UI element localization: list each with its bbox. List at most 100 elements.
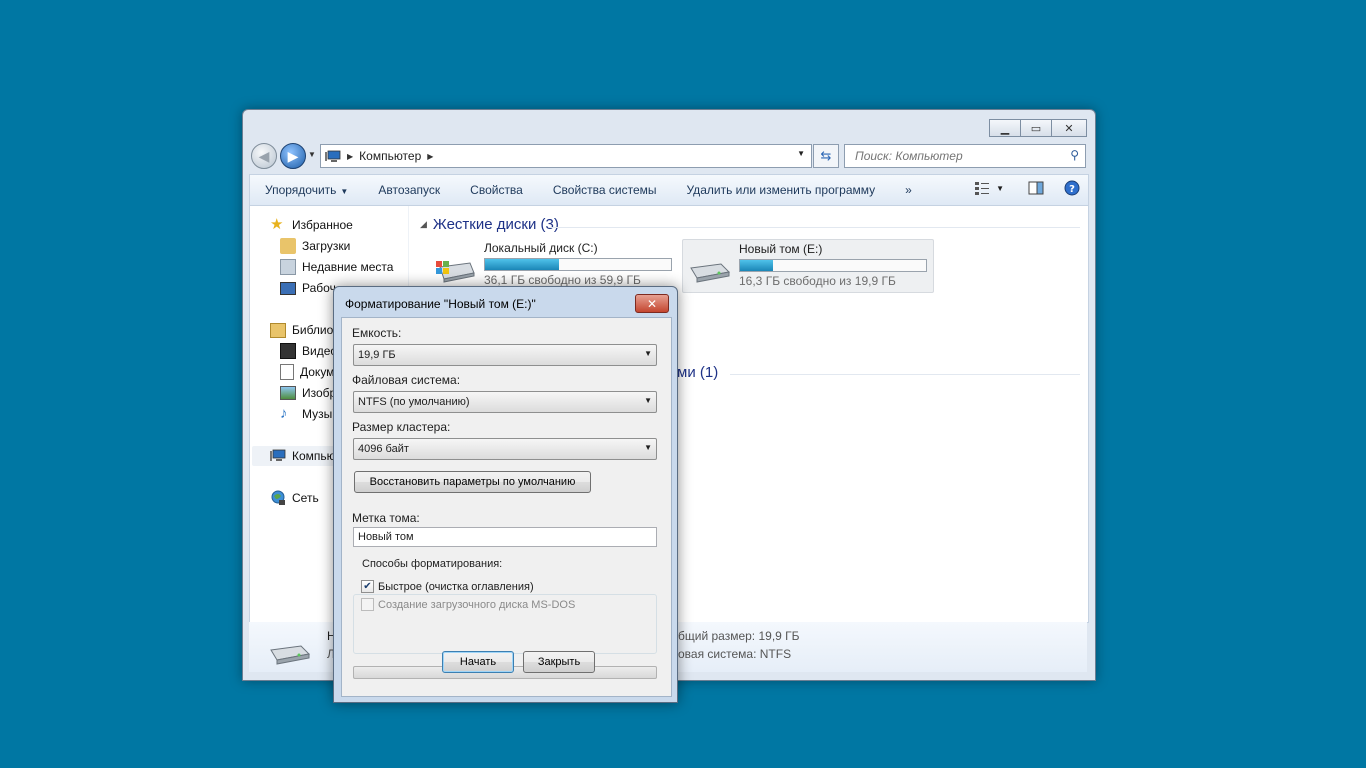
system-properties-button[interactable]: Свойства системы	[538, 183, 672, 197]
capacity-value: 19,9 ГБ	[358, 349, 396, 361]
sidebar-item-recent[interactable]: Недавние места	[280, 257, 393, 277]
address-dropdown-icon[interactable]: ▼	[797, 149, 805, 158]
drive-e[interactable]: Новый том (E:) 16,3 ГБ свободно из 19,9 …	[682, 239, 934, 293]
close-button[interactable]: Закрыть	[523, 651, 595, 673]
breadcrumb-computer[interactable]: Компьютер	[359, 149, 421, 163]
preview-pane-icon[interactable]	[1028, 180, 1044, 196]
drive-usage-fill	[485, 259, 560, 270]
sidebar-label: Избранное	[292, 218, 353, 232]
recent-pages-dropdown-icon[interactable]: ▼	[308, 150, 316, 159]
other-group-header[interactable]: ми (1)	[677, 364, 718, 381]
desktop-icon	[280, 281, 296, 295]
dialog-body: Емкость: 19,9 ГБ ▼ Файловая система: NTF…	[341, 317, 672, 697]
checkbox-checked-icon: ✔	[361, 580, 374, 593]
volume-label-label: Метка тома:	[352, 511, 420, 525]
chevron-down-icon: ▼	[644, 396, 652, 405]
format-options-label: Способы форматирования:	[360, 558, 505, 570]
drive-icon	[690, 263, 731, 283]
filesystem-select[interactable]: NTFS (по умолчанию) ▼	[353, 391, 657, 413]
forward-arrow-icon: ▶	[287, 147, 299, 164]
sidebar-item-favorites[interactable]: ★ Избранное	[270, 215, 353, 235]
windows-drive-icon	[436, 261, 475, 283]
pictures-icon	[280, 386, 296, 400]
help-icon[interactable]: ?	[1064, 180, 1080, 196]
sidebar-item-downloads[interactable]: Загрузки	[280, 236, 350, 256]
search-icon[interactable]: ⚲	[1070, 148, 1079, 162]
sidebar-item-pictures[interactable]: Изобр	[280, 383, 336, 403]
chevron-down-icon: ▼	[644, 443, 652, 452]
view-dropdown-icon[interactable]: ▼	[996, 184, 1004, 193]
search-input[interactable]	[853, 148, 1062, 164]
downloads-folder-icon	[280, 238, 296, 254]
cluster-size-select[interactable]: 4096 байт ▼	[353, 438, 657, 460]
back-button[interactable]: ◀	[251, 143, 277, 169]
drive-name: Локальный диск (C:)	[484, 241, 598, 255]
drive-icon	[270, 645, 311, 665]
sidebar-item-music[interactable]: ♪ Музы	[280, 404, 332, 424]
dialog-close-button[interactable]: ✕	[635, 294, 669, 313]
drive-free-space: 16,3 ГБ свободно из 19,9 ГБ	[739, 274, 896, 288]
cluster-size-value: 4096 байт	[358, 443, 409, 455]
format-dialog: Форматирование "Новый том (E:)" ✕ Емкост…	[333, 286, 678, 703]
hard-disks-group-header[interactable]: ◢ Жесткие диски (3)	[420, 216, 559, 233]
drive-c[interactable]: Локальный диск (C:) 36,1 ГБ свободно из …	[428, 239, 678, 291]
sidebar-label: Докум	[300, 365, 335, 379]
uninstall-program-button[interactable]: Удалить или изменить программу	[672, 183, 891, 197]
capacity-select[interactable]: 19,9 ГБ ▼	[353, 344, 657, 366]
command-bar: Упорядочить ▼ Автозапуск Свойства Свойств…	[249, 174, 1089, 206]
recent-places-icon	[280, 259, 296, 275]
start-button[interactable]: Начать	[442, 651, 514, 673]
chevron-down-icon: ▼	[340, 187, 349, 196]
sidebar-item-documents[interactable]: Докум	[280, 362, 334, 382]
sidebar-item-videos[interactable]: Видео	[280, 341, 337, 361]
volume-label-input[interactable]: Новый том	[353, 527, 657, 547]
back-arrow-icon: ◀	[258, 147, 270, 164]
breadcrumb-separator-icon[interactable]: ▶	[347, 152, 353, 161]
quick-format-checkbox[interactable]: ✔ Быстрое (очистка оглавления)	[361, 580, 534, 593]
music-note-icon: ♪	[280, 405, 288, 422]
sidebar-label: Недавние места	[302, 260, 394, 274]
properties-button[interactable]: Свойства	[455, 183, 538, 197]
checkbox-unchecked-icon	[361, 598, 374, 611]
quick-format-label: Быстрое (очистка оглавления)	[378, 580, 534, 593]
drive-free-space: 36,1 ГБ свободно из 59,9 ГБ	[484, 273, 641, 287]
refresh-button[interactable]: ⇆	[813, 144, 839, 168]
autoplay-button[interactable]: Автозапуск	[363, 183, 455, 197]
computer-icon	[270, 449, 286, 461]
sidebar-item-network[interactable]: Сеть	[270, 488, 319, 508]
sidebar-item-desktop[interactable]: Рабоч	[280, 278, 336, 298]
network-icon	[271, 490, 285, 505]
drive-name: Новый том (E:)	[739, 242, 823, 256]
documents-icon	[280, 364, 294, 380]
dialog-title: Форматирование "Новый том (E:)"	[345, 297, 536, 311]
breadcrumb-separator-icon[interactable]: ▶	[427, 152, 433, 161]
minimize-button[interactable]: ▁	[989, 119, 1021, 137]
close-window-button[interactable]: ✕	[1052, 119, 1087, 137]
libraries-icon	[270, 322, 286, 338]
group-title: Жесткие диски (3)	[432, 216, 559, 233]
video-icon	[280, 343, 296, 359]
collapse-triangle-icon[interactable]: ◢	[420, 219, 427, 230]
organize-button[interactable]: Упорядочить ▼	[250, 183, 363, 197]
search-box[interactable]: ⚲	[844, 144, 1086, 168]
msdos-boot-disk-checkbox: Создание загрузочного диска MS-DOS	[361, 598, 575, 611]
group-divider	[730, 374, 1080, 375]
more-commands-button[interactable]: »	[890, 183, 927, 197]
cluster-size-label: Размер кластера:	[352, 420, 451, 434]
details-total-size: бщий размер: 19,9 ГБ	[678, 629, 800, 643]
filesystem-value: NTFS (по умолчанию)	[358, 396, 470, 408]
sidebar-label: Видео	[302, 344, 338, 358]
address-bar[interactable]: ▶ Компьютер ▶ ▼	[320, 144, 812, 168]
filesystem-label: Файловая система:	[352, 373, 461, 387]
drive-usage-bar	[739, 259, 927, 272]
sidebar-item-libraries[interactable]: Библио	[270, 320, 333, 340]
maximize-button[interactable]: ▭	[1021, 119, 1052, 137]
forward-button[interactable]: ▶	[280, 143, 306, 169]
capacity-label: Емкость:	[352, 326, 402, 340]
sidebar-item-computer[interactable]: Компью	[270, 446, 336, 466]
caption-buttons: ▁ ▭ ✕	[989, 119, 1087, 137]
restore-defaults-button[interactable]: Восстановить параметры по умолчанию	[354, 471, 591, 493]
chevron-down-icon: ▼	[644, 349, 652, 358]
msdos-boot-disk-label: Создание загрузочного диска MS-DOS	[378, 598, 576, 611]
change-view-icon[interactable]	[974, 180, 990, 196]
